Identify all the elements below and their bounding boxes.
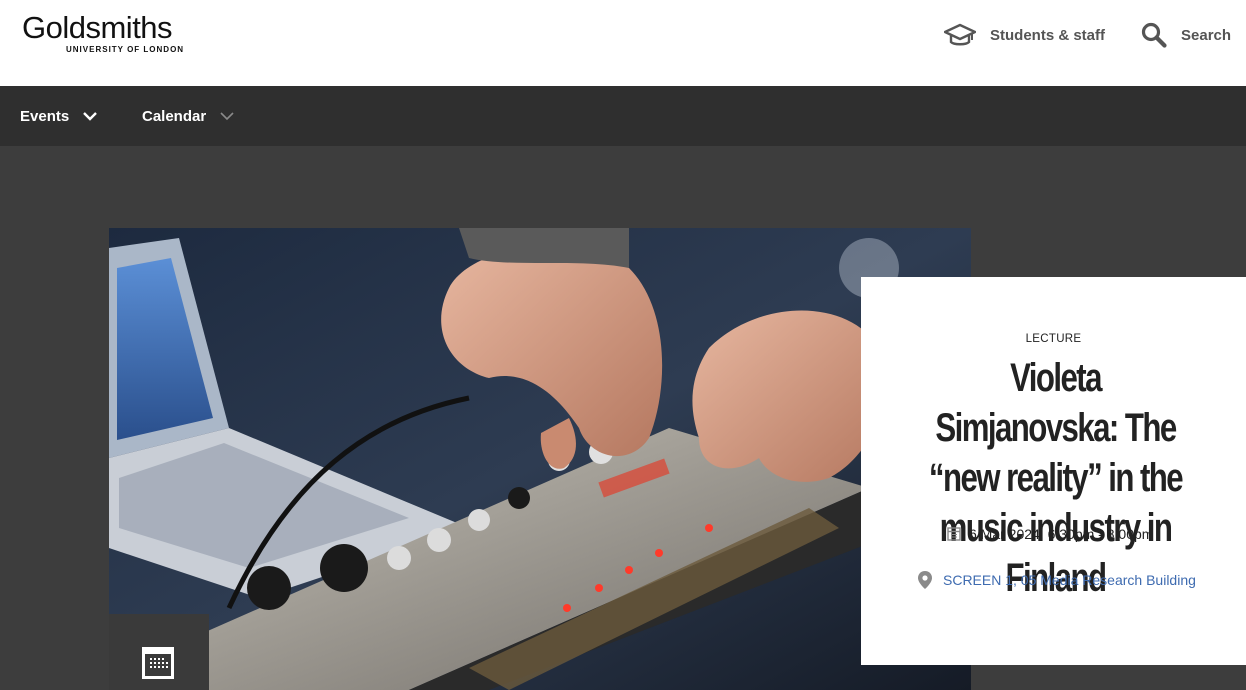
event-title: Violeta Simjanovska: The “new reality” i… [928,356,1184,600]
search-label: Search [1181,26,1232,44]
graduation-cap-icon [944,22,976,48]
calendar-icon [947,527,961,541]
event-datetime-text: 6 Mar 2024, 6:30pm - 8:00pm [969,526,1154,542]
students-staff-link[interactable]: Students & staff [944,22,1105,48]
logo-wordmark: Goldsmiths [22,10,173,45]
nav-events-label: Events [20,107,70,125]
event-datetime: 6 Mar 2024, 6:30pm - 8:00pm [947,526,1153,542]
event-location-link[interactable]: SCREEN 1, 05 Media Research Building [918,571,1196,589]
site-header: Goldsmiths UNIVERSITY OF LONDON Students… [0,0,1246,86]
event-location-text: SCREEN 1, 05 Media Research Building [943,572,1196,588]
magnifier-icon [1141,22,1167,48]
goldsmiths-logo[interactable]: Goldsmiths UNIVERSITY OF LONDON [22,10,185,55]
add-to-calendar-button[interactable] [109,614,209,690]
nav-events-dropdown[interactable]: Events [20,86,98,146]
map-pin-icon [918,571,932,589]
event-info-card: LECTURE Violeta Simjanovska: The “new re… [861,277,1246,665]
students-staff-label: Students & staff [990,26,1106,44]
nav-calendar-label: Calendar [142,107,207,125]
section-navbar: Events Calendar [0,86,1246,146]
event-hero-image [109,228,971,690]
logo-subtitle: UNIVERSITY OF LONDON [66,45,185,54]
event-type-label: LECTURE [1025,333,1082,345]
nav-calendar-dropdown[interactable]: Calendar [142,86,234,146]
chevron-down-icon [83,111,98,121]
calendar-grid-icon [141,646,175,680]
chevron-down-icon [220,111,234,121]
search-link[interactable]: Search [1141,22,1231,48]
